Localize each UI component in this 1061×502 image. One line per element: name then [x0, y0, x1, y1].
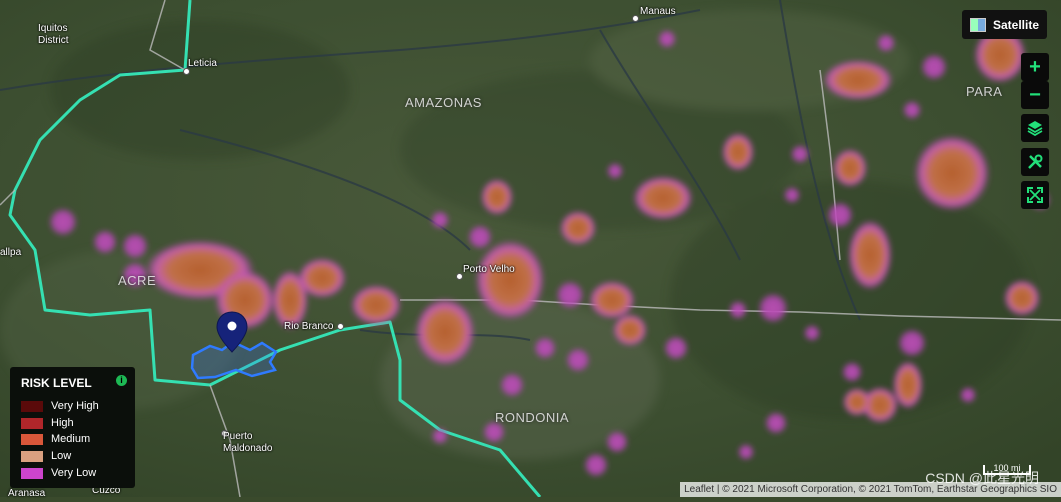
legend-label: Low [51, 450, 72, 462]
map-attribution[interactable]: Leaflet | © 2021 Microsoft Corporation, … [680, 482, 1061, 497]
zoom-in-button[interactable]: + [1021, 53, 1049, 81]
label-arequipa-partial: Aranasa [8, 488, 46, 499]
city-dot-leticia [183, 68, 190, 75]
satellite-layer-icon [969, 17, 986, 32]
label-rio-branco: Rio Branco [284, 321, 334, 332]
legend-swatch [21, 400, 43, 412]
city-dot-rio-branco [337, 323, 344, 330]
risk-level-legend: RISK LEVEL i Very High High Medium Low V… [10, 367, 135, 488]
satellite-layer-label: Satellite [992, 17, 1039, 32]
label-para: PARA [966, 84, 1003, 99]
minus-icon: − [1029, 84, 1041, 106]
fullscreen-icon [1027, 187, 1043, 203]
legend-label: Very Low [51, 467, 97, 479]
tools-icon [1028, 154, 1043, 169]
legend-swatch [21, 467, 43, 479]
layers-button[interactable] [1021, 114, 1049, 142]
legend-item: Medium [21, 433, 90, 445]
attribution-text: Leaflet | © 2021 Microsoft Corporation, … [684, 484, 1057, 495]
label-leticia: Leticia [188, 58, 217, 69]
label-iquitos: Iquitos District [38, 23, 69, 46]
legend-label: High [51, 417, 74, 429]
label-puerto-maldonado: Puerto Maldonado [223, 431, 273, 454]
zoom-out-button[interactable]: − [1021, 81, 1049, 109]
legend-item: Low [21, 450, 71, 462]
label-acre: ACRE [118, 273, 157, 288]
city-dot-porto-velho [456, 273, 463, 280]
info-icon[interactable]: i [116, 375, 127, 386]
legend-swatch [21, 450, 43, 462]
legend-label: Very High [51, 400, 99, 412]
legend-title: RISK LEVEL [21, 376, 92, 390]
legend-item: High [21, 417, 74, 429]
label-manaus: Manaus [640, 6, 676, 17]
city-dot-manaus [632, 15, 639, 22]
label-amazonas: AMAZONAS [405, 95, 482, 110]
legend-swatch [21, 417, 43, 429]
layers-icon [1027, 121, 1043, 136]
plus-icon: + [1029, 56, 1041, 78]
label-rondonia: RONDONIA [495, 410, 570, 425]
label-porto-velho: Porto Velho [463, 264, 515, 275]
satellite-layer-button[interactable]: Satellite [961, 10, 1047, 39]
legend-label: Medium [51, 433, 91, 445]
label-allpa: allpa [0, 247, 22, 258]
fullscreen-button[interactable] [1021, 181, 1049, 209]
legend-swatch [21, 433, 43, 445]
tools-button[interactable] [1021, 148, 1049, 176]
legend-item: Very High [21, 400, 99, 412]
legend-item: Very Low [21, 467, 96, 479]
